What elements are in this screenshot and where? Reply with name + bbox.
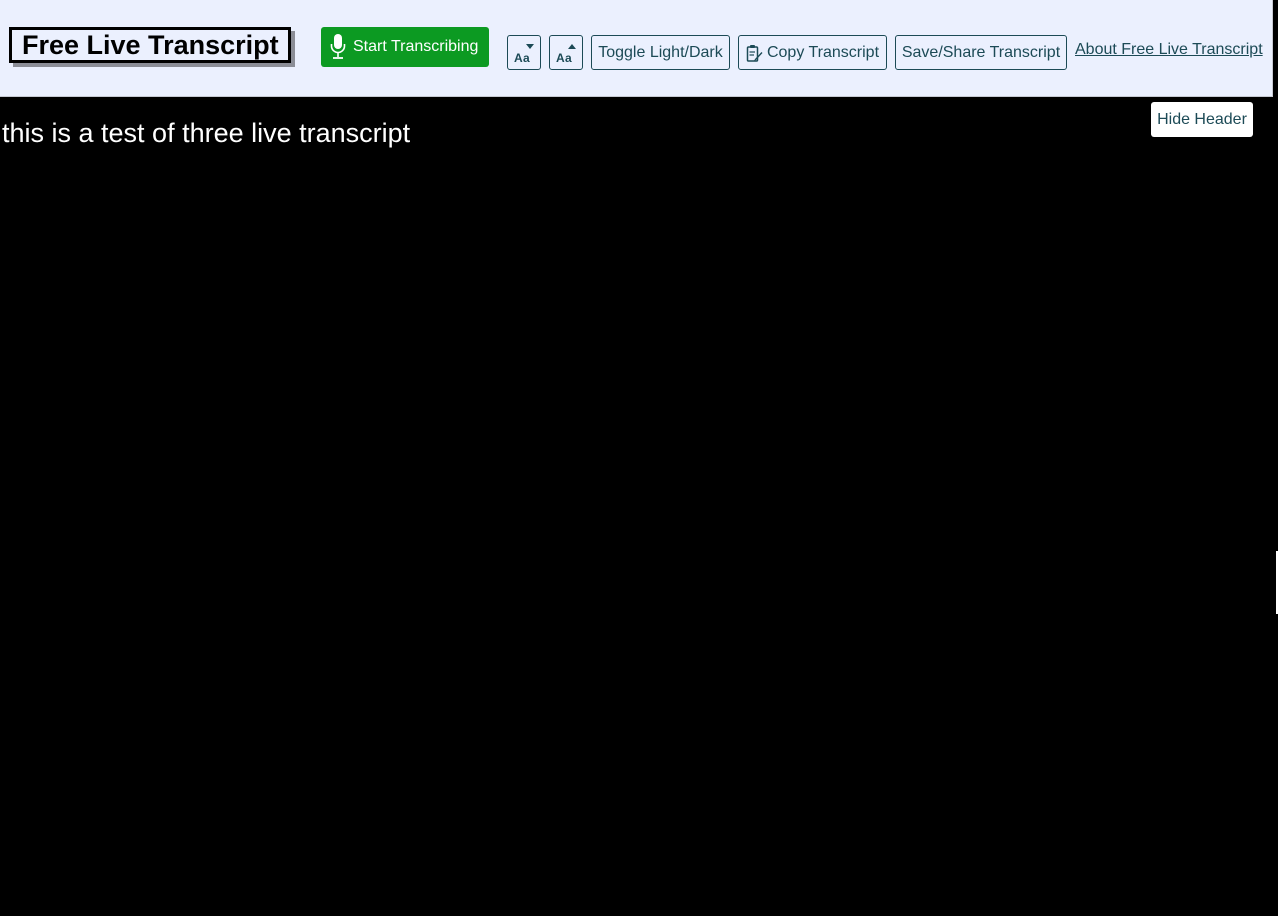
svg-text:A: A	[556, 51, 565, 64]
save-share-transcript-button[interactable]: Save/Share Transcript	[895, 35, 1067, 70]
copy-transcript-button[interactable]: Copy Transcript	[738, 35, 887, 70]
increase-text-size-button[interactable]: A a	[549, 35, 583, 70]
app-title: Free Live Transcript	[9, 27, 291, 63]
svg-text:a: a	[565, 51, 572, 64]
svg-text:A: A	[514, 51, 523, 64]
increase-text-size-icon: A a	[556, 43, 576, 64]
microphone-icon	[330, 34, 346, 59]
app-page: Free Live Transcript Start Transcribing …	[0, 0, 1278, 916]
header-bar: Free Live Transcript Start Transcribing …	[0, 0, 1273, 97]
decrease-text-size-button[interactable]: A a	[507, 35, 541, 70]
start-transcribing-button[interactable]: Start Transcribing	[321, 27, 489, 67]
decrease-text-size-icon: A a	[514, 43, 534, 64]
toggle-light-dark-button[interactable]: Toggle Light/Dark	[591, 35, 730, 70]
clipboard-edit-icon	[746, 44, 763, 62]
about-link[interactable]: About Free Live Transcript	[1075, 41, 1263, 59]
svg-text:a: a	[523, 51, 530, 64]
transcript-text: this is a test of three live transcript	[2, 118, 411, 148]
start-transcribing-label: Start Transcribing	[353, 38, 479, 55]
hide-header-button[interactable]: Hide Header	[1151, 102, 1253, 137]
copy-transcript-label: Copy Transcript	[766, 43, 880, 61]
